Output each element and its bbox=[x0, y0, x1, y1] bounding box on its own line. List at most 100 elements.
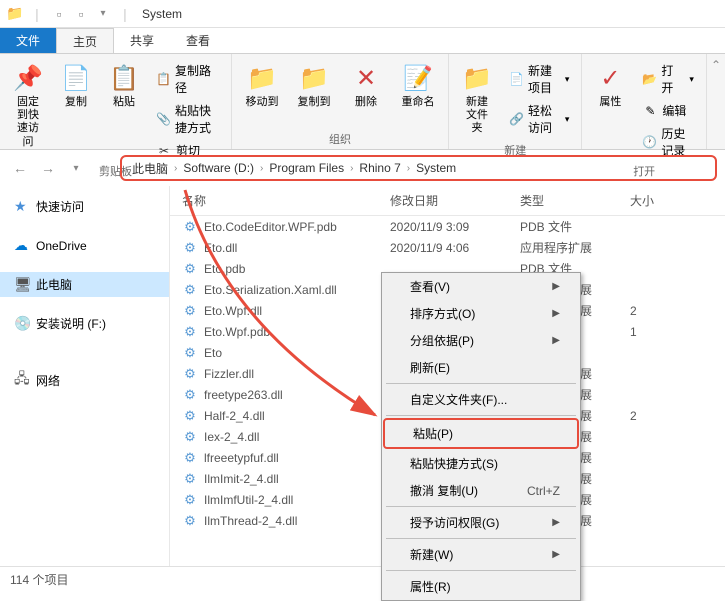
expand-icon[interactable]: ⌃ bbox=[711, 58, 721, 72]
sb-label: OneDrive bbox=[36, 239, 87, 253]
easy-access-button[interactable]: 🔗轻松访问▾ bbox=[505, 100, 573, 138]
chevron-right-icon: ▶ bbox=[552, 281, 560, 292]
status-bar: 114 个项目 bbox=[0, 566, 725, 590]
content-area: ★快速访问 ☁OneDrive 🖥此电脑 💿安装说明 (F:) 🖧网络 名称 修… bbox=[0, 186, 725, 566]
doc-icon[interactable]: ▫ bbox=[73, 6, 89, 22]
copy-button[interactable]: 📄 复制 bbox=[56, 58, 96, 161]
col-type-header[interactable]: 类型 bbox=[520, 192, 630, 209]
file-name: IlmImit-2_4.dll bbox=[204, 472, 279, 486]
cm-shortcut: Ctrl+Z bbox=[527, 484, 560, 498]
doc-icon[interactable]: ▫ bbox=[51, 6, 67, 22]
bc-4[interactable]: System bbox=[414, 161, 458, 175]
chevron-icon: › bbox=[350, 163, 353, 174]
cm-label: 刷新(E) bbox=[410, 359, 450, 376]
copyto-label: 复制到 bbox=[298, 96, 331, 109]
rename-button[interactable]: 📝 重命名 bbox=[396, 58, 440, 129]
context-menu: 查看(V) ▶ 排序方式(O)▶ 分组依据(P)▶ 刷新(E) 自定义文件夹(F)… bbox=[381, 272, 581, 601]
file-name: Eto.pdb bbox=[204, 262, 245, 276]
delete-label: 删除 bbox=[355, 96, 377, 109]
paste-button[interactable]: 📋 粘贴 bbox=[104, 58, 144, 161]
sidebar-quick-access[interactable]: ★快速访问 bbox=[0, 194, 169, 219]
cm-label: 查看(V) bbox=[410, 278, 450, 295]
back-button[interactable]: ← bbox=[8, 156, 32, 180]
list-header: 名称 修改日期 类型 大小 bbox=[170, 186, 725, 216]
file-icon: ⚙ bbox=[182, 513, 198, 529]
chevron-icon: › bbox=[174, 163, 177, 174]
move-to-button[interactable]: 📁移动到 bbox=[240, 58, 284, 129]
sidebar-network[interactable]: 🖧网络 bbox=[0, 364, 169, 396]
file-name: lfreeetypfuf.dll bbox=[204, 451, 279, 465]
cm-separator bbox=[386, 506, 576, 507]
cm-refresh[interactable]: 刷新(E) bbox=[382, 354, 580, 381]
chevron-right-icon: ▶ bbox=[552, 549, 560, 560]
copy-path-button[interactable]: 📋复制路径 bbox=[152, 60, 223, 98]
cm-label: 新建(W) bbox=[410, 546, 453, 563]
file-icon: ⚙ bbox=[182, 450, 198, 466]
open-button[interactable]: 📂打开▾ bbox=[638, 60, 698, 98]
pin-label: 固定到快 速访问 bbox=[12, 96, 44, 149]
edit-button[interactable]: ✎编辑 bbox=[638, 100, 698, 121]
cm-paste-shortcut[interactable]: 粘贴快捷方式(S) bbox=[382, 450, 580, 477]
file-row[interactable]: ⚙Eto.dll2020/11/9 4:06应用程序扩展 bbox=[170, 237, 725, 258]
paste-label: 粘贴 bbox=[113, 96, 135, 109]
file-icon: ⚙ bbox=[182, 324, 198, 340]
file-icon: ⚙ bbox=[182, 282, 198, 298]
tab-share[interactable]: 共享 bbox=[114, 28, 170, 53]
file-size: 1 bbox=[630, 325, 680, 339]
cm-label: 撤消 复制(U) bbox=[410, 482, 478, 499]
col-date-header[interactable]: 修改日期 bbox=[390, 192, 520, 209]
cm-paste[interactable]: 粘贴(P) bbox=[383, 418, 579, 449]
address-bar: ← → ▾ ↑ 此电脑 › Software (D:) › Program File… bbox=[0, 150, 725, 186]
bc-0[interactable]: 此电脑 bbox=[130, 160, 170, 177]
bc-2[interactable]: Program Files bbox=[267, 161, 346, 175]
cm-new[interactable]: 新建(W) ▶ bbox=[382, 541, 580, 568]
sidebar-this-pc[interactable]: 🖥此电脑 bbox=[0, 272, 169, 297]
tab-view[interactable]: 查看 bbox=[170, 28, 226, 53]
col-name-header[interactable]: 名称 bbox=[170, 192, 390, 209]
delete-button[interactable]: ✕删除 bbox=[344, 58, 388, 129]
file-icon: ⚙ bbox=[182, 366, 198, 382]
cm-undo[interactable]: 撤消 复制(U) Ctrl+Z bbox=[382, 477, 580, 504]
new-item-button[interactable]: 📄新建项目▾ bbox=[505, 60, 573, 98]
paste-shortcut-button[interactable]: 📎粘贴快捷方式 bbox=[152, 100, 223, 138]
path-icon: 📋 bbox=[156, 71, 171, 87]
file-size: 2 bbox=[630, 409, 680, 423]
bc-3[interactable]: Rhino 7 bbox=[357, 161, 402, 175]
cm-label: 粘贴快捷方式(S) bbox=[410, 455, 498, 472]
up-button[interactable]: ↑ bbox=[92, 156, 116, 180]
sidebar-install-drive[interactable]: 💿安装说明 (F:) bbox=[0, 311, 169, 336]
tab-home[interactable]: 主页 bbox=[56, 28, 114, 53]
bc-1[interactable]: Software (D:) bbox=[181, 161, 256, 175]
forward-button[interactable]: → bbox=[36, 156, 60, 180]
cm-access[interactable]: 授予访问权限(G)▶ bbox=[382, 509, 580, 536]
cm-view[interactable]: 查看(V) ▶ bbox=[382, 273, 580, 300]
rename-icon: 📝 bbox=[402, 62, 434, 94]
file-row[interactable]: ⚙Eto.CodeEditor.WPF.pdb2020/11/9 3:09PDB… bbox=[170, 216, 725, 237]
file-date: 2020/11/9 3:09 bbox=[390, 220, 520, 234]
col-size-header[interactable]: 大小 bbox=[630, 192, 680, 209]
dropdown-icon[interactable]: ▾ bbox=[95, 6, 111, 22]
pin-button[interactable]: 📌 固定到快 速访问 bbox=[8, 58, 48, 161]
tab-file[interactable]: 文件 bbox=[0, 28, 56, 53]
cm-group[interactable]: 分组依据(P)▶ bbox=[382, 327, 580, 354]
file-icon: ⚙ bbox=[182, 303, 198, 319]
cm-sort[interactable]: 排序方式(O)▶ bbox=[382, 300, 580, 327]
history-label: 历史记录 bbox=[661, 125, 694, 159]
rename-label: 重命名 bbox=[402, 96, 435, 109]
sidebar-onedrive[interactable]: ☁OneDrive bbox=[0, 233, 169, 258]
props-label: 属性 bbox=[599, 96, 621, 109]
qat-sep: | bbox=[29, 6, 45, 22]
pin-icon: 📌 bbox=[12, 62, 44, 94]
new-folder-button[interactable]: 📁新建 文件夹 bbox=[457, 58, 497, 140]
copy-icon: 📄 bbox=[60, 62, 92, 94]
ribbon-group-clipboard: 📌 固定到快 速访问 📄 复制 📋 粘贴 📋复制路径 📎粘贴快捷方式 ✂剪切 剪… bbox=[0, 54, 232, 149]
cm-customize[interactable]: 自定义文件夹(F)... bbox=[382, 386, 580, 413]
properties-button[interactable]: ✓属性 bbox=[590, 58, 630, 161]
breadcrumb[interactable]: 此电脑› Software (D:)› Program Files› Rhino… bbox=[120, 155, 717, 181]
copy-to-button[interactable]: 📁复制到 bbox=[292, 58, 336, 129]
cm-separator bbox=[386, 383, 576, 384]
edit-icon: ✎ bbox=[642, 103, 658, 119]
file-name: IlmImfUtil-2_4.dll bbox=[204, 493, 293, 507]
network-icon: 🖧 bbox=[14, 368, 30, 392]
recent-button[interactable]: ▾ bbox=[64, 156, 88, 180]
